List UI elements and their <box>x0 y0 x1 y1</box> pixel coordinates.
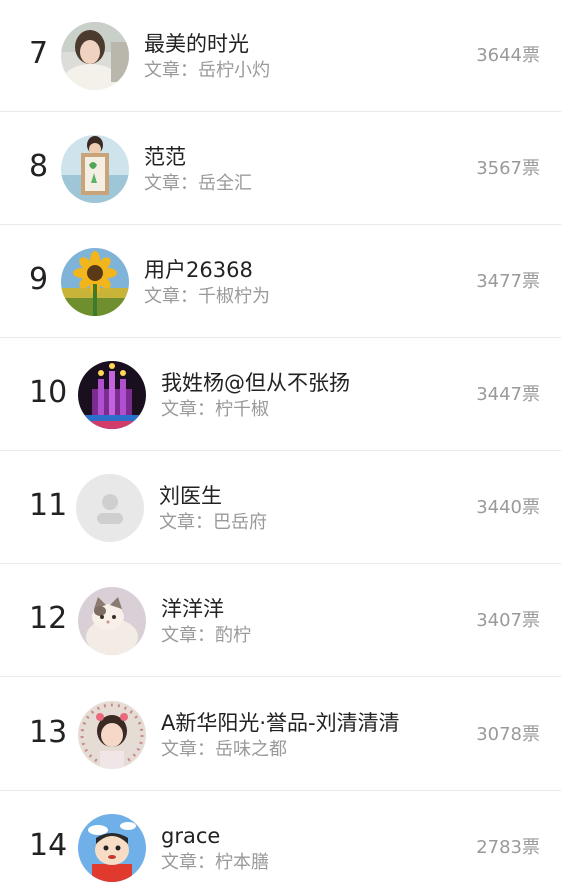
vote-count: 3477票 <box>476 271 540 292</box>
ranking-row[interactable]: 7 最美的时光 文章：岳柠小灼 3644票 <box>0 0 561 112</box>
user-name[interactable]: 最美的时光 <box>144 30 249 58</box>
default-user-avatar[interactable] <box>76 474 144 542</box>
vote-count: 3078票 <box>476 724 540 745</box>
article-label[interactable]: 文章：岳味之都 <box>161 738 287 762</box>
ranking-row[interactable]: 9 用户26368 文章：千椒柠为 3477票 <box>0 226 561 338</box>
vote-count: 3567票 <box>476 158 540 179</box>
rank-number: 14 <box>29 828 68 863</box>
ranking-row[interactable]: 10 我姓杨@但从不张扬 文章：柠千椒 3447票 <box>0 339 561 451</box>
article-label[interactable]: 文章：柠千椒 <box>161 398 269 422</box>
article-label[interactable]: 文章：千椒柠为 <box>144 285 270 309</box>
ranking-row[interactable]: 11 刘医生 文章：巴岳府 3440票 <box>0 452 561 564</box>
user-name[interactable]: grace <box>161 822 220 850</box>
rank-number: 8 <box>29 149 49 184</box>
sunflower-avatar[interactable] <box>61 248 129 316</box>
article-label[interactable]: 文章：酌柠 <box>161 624 251 648</box>
ranking-row[interactable]: 8 范范 文章：岳全汇 3567票 <box>0 113 561 225</box>
article-label[interactable]: 文章：柠本膳 <box>161 851 269 875</box>
rank-number: 9 <box>29 262 49 297</box>
vote-count: 3447票 <box>476 384 540 405</box>
rank-number: 12 <box>29 601 68 636</box>
night-castle-avatar[interactable] <box>78 361 146 429</box>
vote-count: 3644票 <box>476 45 540 66</box>
article-label[interactable]: 文章：岳柠小灼 <box>144 59 270 83</box>
ranking-row[interactable]: 14 grace 文章：柠本膳 2783票 <box>0 792 561 889</box>
user-name[interactable]: 范范 <box>144 143 186 171</box>
ranking-row[interactable]: 12 洋洋洋 文章：酌柠 3407票 <box>0 565 561 677</box>
ranking-row[interactable]: 13 A新华阳光·誉品-刘清清清 文章：岳味之都 3078票 <box>0 679 561 791</box>
user-name[interactable]: 刘医生 <box>159 482 222 510</box>
user-name[interactable]: A新华阳光·誉品-刘清清清 <box>161 709 400 737</box>
rank-number: 11 <box>29 488 68 523</box>
rank-number: 7 <box>29 36 49 71</box>
user-name[interactable]: 洋洋洋 <box>161 595 224 623</box>
vote-count: 3407票 <box>476 610 540 631</box>
vote-count: 3440票 <box>476 497 540 518</box>
woman-photo-avatar[interactable] <box>61 22 129 90</box>
girl-photo-avatar[interactable] <box>78 701 146 769</box>
vote-count: 2783票 <box>476 837 540 858</box>
user-name[interactable]: 用户26368 <box>144 256 253 284</box>
rank-number: 10 <box>29 375 68 410</box>
article-label[interactable]: 文章：岳全汇 <box>144 172 252 196</box>
article-label[interactable]: 文章：巴岳府 <box>159 511 267 535</box>
child-with-drawing-avatar[interactable] <box>61 135 129 203</box>
cat-avatar[interactable] <box>78 587 146 655</box>
cartoon-boy-avatar[interactable] <box>78 814 146 882</box>
user-name[interactable]: 我姓杨@但从不张扬 <box>161 369 350 397</box>
rank-number: 13 <box>29 715 68 750</box>
